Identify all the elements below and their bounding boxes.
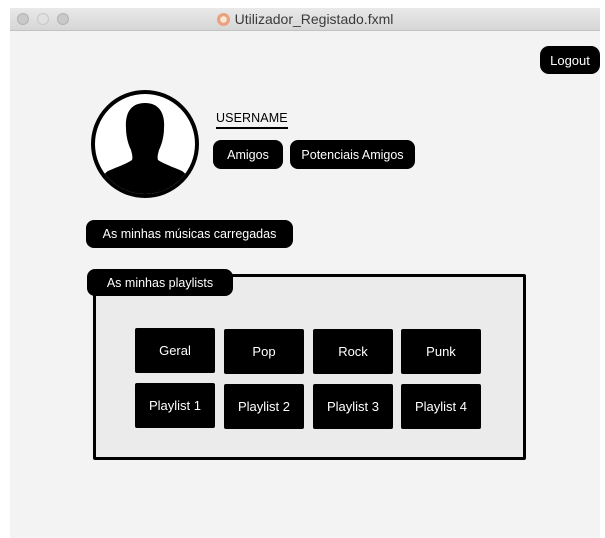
playlist-button-4[interactable]: Playlist 4 — [401, 384, 481, 429]
playlist-button-3[interactable]: Playlist 3 — [313, 384, 393, 429]
potential-friends-button[interactable]: Potenciais Amigos — [290, 140, 415, 169]
logout-button[interactable]: Logout — [540, 46, 600, 74]
playlist-button-geral[interactable]: Geral — [135, 328, 215, 373]
username-label: USERNAME — [216, 111, 288, 129]
playlist-button-rock[interactable]: Rock — [313, 329, 393, 374]
playlist-button-pop[interactable]: Pop — [224, 329, 304, 374]
person-silhouette-icon — [97, 103, 193, 194]
playlists-panel: Geral Pop Rock Punk Playlist 1 Playlist … — [93, 274, 526, 460]
uploaded-songs-button[interactable]: As minhas músicas carregadas — [86, 220, 293, 248]
playlist-button-1[interactable]: Playlist 1 — [135, 383, 215, 428]
playlist-button-punk[interactable]: Punk — [401, 329, 481, 374]
app-icon — [216, 12, 230, 26]
window-title-group: Utilizador_Registado.fxml — [10, 8, 600, 30]
app-window: Utilizador_Registado.fxml Logout USERNAM… — [10, 8, 600, 538]
friends-button[interactable]: Amigos — [213, 140, 283, 169]
playlists-section-tab[interactable]: As minhas playlists — [87, 269, 233, 296]
avatar — [91, 90, 199, 198]
title-bar: Utilizador_Registado.fxml — [10, 8, 600, 31]
window-title: Utilizador_Registado.fxml — [234, 11, 394, 27]
playlist-button-2[interactable]: Playlist 2 — [224, 384, 304, 429]
